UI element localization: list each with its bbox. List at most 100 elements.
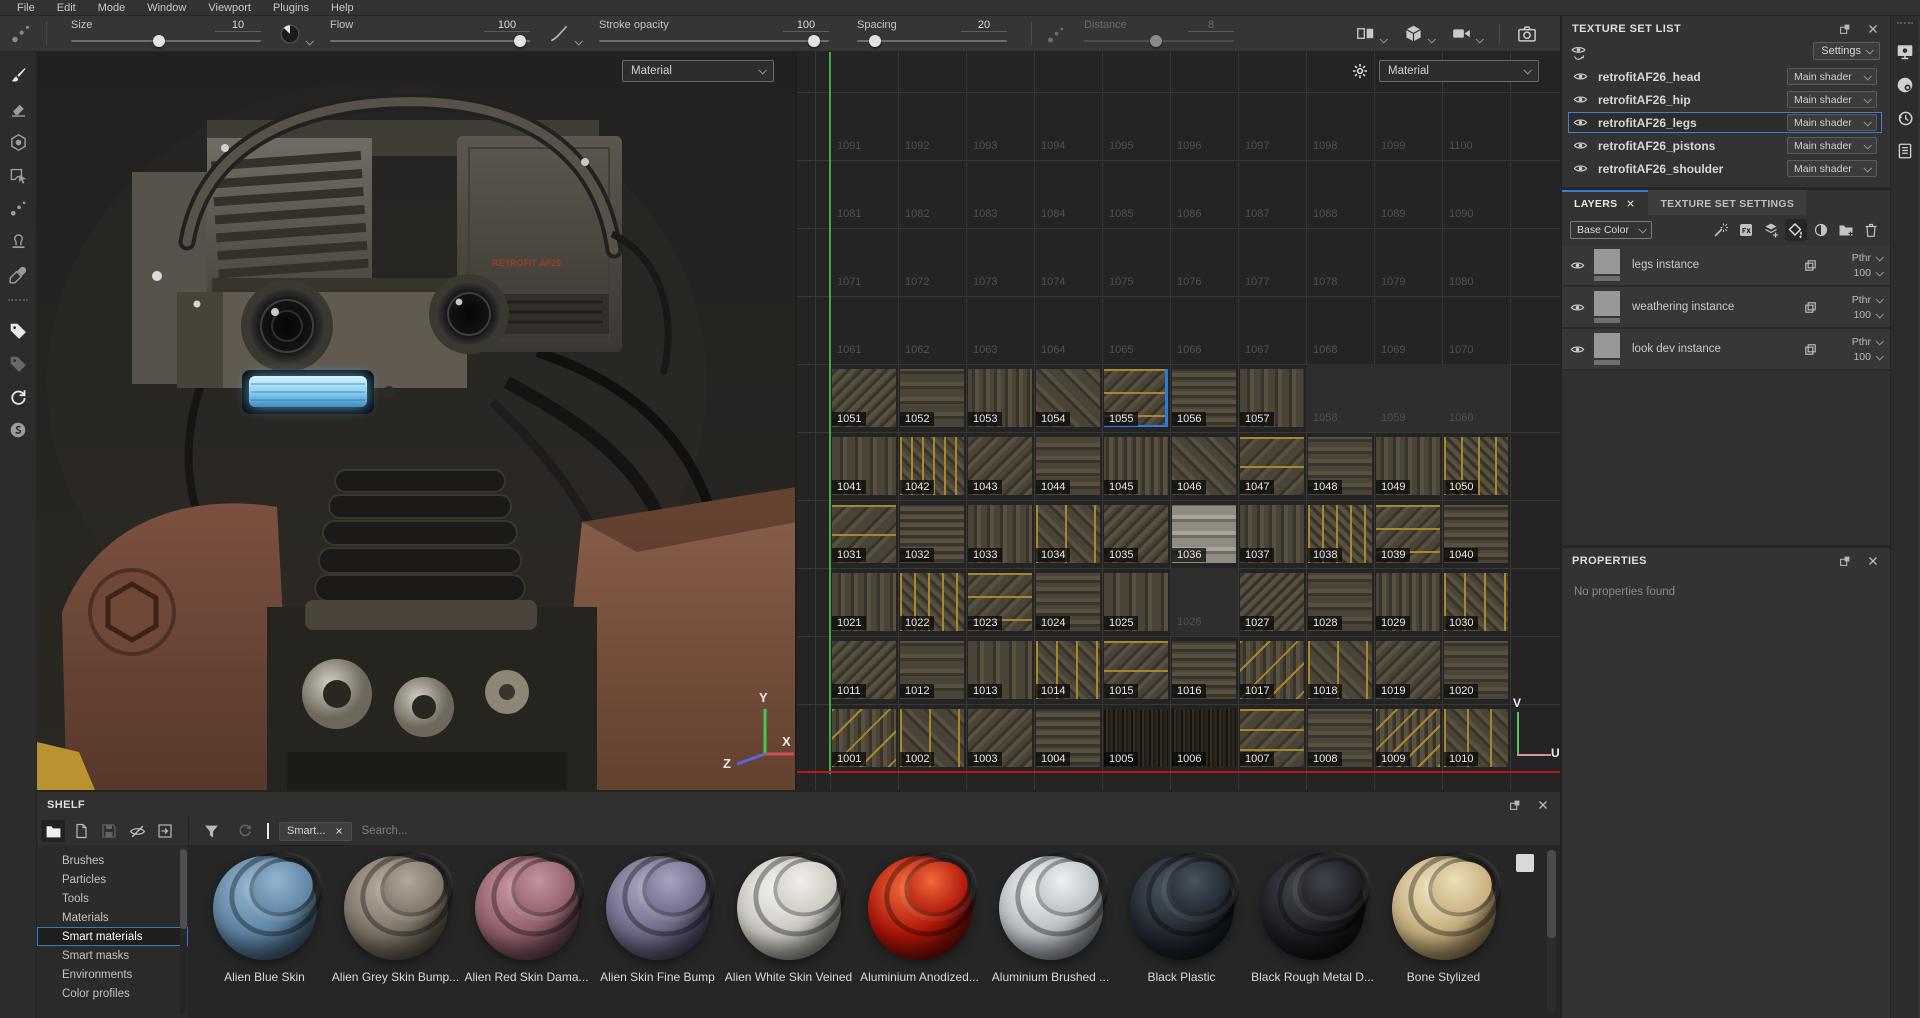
tab-layers[interactable]: LAYERS: [1562, 190, 1648, 215]
texture-set-row[interactable]: retrofitAF26_hipMain shader: [1568, 89, 1882, 110]
delete-layer-icon[interactable]: [1860, 219, 1882, 241]
udim-tile-1062[interactable]: 1062: [898, 296, 966, 364]
udim-tile-1095[interactable]: 1095: [1102, 92, 1170, 160]
udim-tile-1097[interactable]: 1097: [1238, 92, 1306, 160]
udim-tile-1049[interactable]: 1049: [1374, 432, 1442, 500]
udim-tile-1032[interactable]: 1032: [898, 500, 966, 568]
udim-tile-1029[interactable]: 1029: [1374, 568, 1442, 636]
layer-row[interactable]: look dev instancePthr100: [1562, 329, 1890, 371]
udim-tile-1100[interactable]: 1100: [1442, 92, 1510, 160]
udim-tile-1088[interactable]: 1088: [1306, 160, 1374, 228]
viewport-2d-settings-icon[interactable]: [1351, 62, 1369, 80]
snapshot-button[interactable]: [1508, 22, 1546, 46]
menu-file[interactable]: File: [6, 2, 46, 14]
udim-tile-1020[interactable]: 1020: [1442, 636, 1510, 704]
layer-visibility-icon[interactable]: [1570, 300, 1585, 315]
spacing-value[interactable]: 20: [961, 19, 1007, 32]
visibility-eye-icon[interactable]: [1573, 138, 1588, 153]
filter-icon[interactable]: [199, 820, 223, 842]
udim-tile-1068[interactable]: 1068: [1306, 296, 1374, 364]
visibility-eye-icon[interactable]: [1573, 115, 1588, 130]
udim-tile-1017[interactable]: 1017: [1238, 636, 1306, 704]
udim-tile-1018[interactable]: 1018: [1306, 636, 1374, 704]
udim-tile-1016[interactable]: 1016: [1170, 636, 1238, 704]
shelf-category-particles[interactable]: Particles: [37, 870, 188, 889]
udim-tile-1042[interactable]: 1042: [898, 432, 966, 500]
udim-tile-1015[interactable]: 1015: [1102, 636, 1170, 704]
stroke-opacity-value[interactable]: 100: [783, 19, 829, 32]
udim-tile-1021[interactable]: 1021: [830, 568, 898, 636]
blend-mode-select[interactable]: Pthr: [1828, 252, 1882, 264]
layer-row[interactable]: weathering instancePthr100: [1562, 287, 1890, 329]
udim-tile-1023[interactable]: 1023: [966, 568, 1034, 636]
visibility-eye-icon[interactable]: [1573, 92, 1588, 107]
udim-tile-1057[interactable]: 1057: [1238, 364, 1306, 432]
shelf-category-environments[interactable]: Environments: [37, 965, 188, 984]
viewport-3d[interactable]: RETROFIT AF26: [37, 52, 797, 790]
shelf-category-smart-masks[interactable]: Smart masks: [37, 946, 188, 965]
udim-tile-1089[interactable]: 1089: [1374, 160, 1442, 228]
shelf-category-brushes[interactable]: Brushes: [37, 851, 188, 870]
udim-tile-1073[interactable]: 1073: [966, 228, 1034, 296]
visibility-eye-icon[interactable]: [1573, 69, 1588, 84]
shader-select[interactable]: Main shader: [1787, 114, 1877, 131]
channel-select[interactable]: Base Color: [1570, 221, 1652, 239]
texture-set-list-popout-icon[interactable]: [1838, 22, 1852, 36]
shelf-category-tools[interactable]: Tools: [37, 889, 188, 908]
viewport-2d[interactable]: 1001100210031004100510061007100810091010…: [797, 52, 1560, 790]
udim-tile-1050[interactable]: 1050: [1442, 432, 1510, 500]
resource-resource-updater[interactable]: [4, 383, 32, 411]
shelf-save-icon[interactable]: [97, 820, 121, 842]
log-icon[interactable]: [1891, 137, 1919, 165]
shelf-close-icon[interactable]: [1536, 798, 1550, 812]
shader-settings-icon[interactable]: [1891, 71, 1919, 99]
udim-tile-1041[interactable]: 1041: [830, 432, 898, 500]
udim-tile-1007[interactable]: 1007: [1238, 704, 1306, 772]
viewport-2d-shading-select[interactable]: Material: [1379, 60, 1539, 82]
udim-tile-1051[interactable]: 1051: [830, 364, 898, 432]
udim-tile-1039[interactable]: 1039: [1374, 500, 1442, 568]
udim-tile-1045[interactable]: 1045: [1102, 432, 1170, 500]
udim-tile-1074[interactable]: 1074: [1034, 228, 1102, 296]
udim-tile-1024[interactable]: 1024: [1034, 568, 1102, 636]
texture-set-row[interactable]: retrofitAF26_pistonsMain shader: [1568, 135, 1882, 156]
material-item[interactable]: Black Plastic: [1116, 856, 1247, 984]
add-effect-icon[interactable]: [1735, 219, 1757, 241]
udim-tile-1079[interactable]: 1079: [1374, 228, 1442, 296]
distance-mode-icon[interactable]: [1042, 16, 1070, 51]
udim-tile-1083[interactable]: 1083: [966, 160, 1034, 228]
udim-tile-1008[interactable]: 1008: [1306, 704, 1374, 772]
tool-projection[interactable]: [4, 128, 32, 156]
flow-slider[interactable]: [330, 35, 530, 47]
udim-tile-1047[interactable]: 1047: [1238, 432, 1306, 500]
udim-tile-1004[interactable]: 1004: [1034, 704, 1102, 772]
camera-button[interactable]: [1443, 22, 1491, 45]
udim-tile-1081[interactable]: 1081: [830, 160, 898, 228]
material-item[interactable]: Alien White Skin Veined: [723, 856, 854, 984]
udim-tile-1069[interactable]: 1069: [1374, 296, 1442, 364]
udim-tile-1006[interactable]: 1006: [1170, 704, 1238, 772]
menu-window[interactable]: Window: [136, 2, 197, 14]
udim-tile-1043[interactable]: 1043: [966, 432, 1034, 500]
material-item[interactable]: Aluminium Brushed ...: [985, 856, 1116, 984]
shelf-popout-icon[interactable]: [1508, 798, 1522, 812]
udim-tile-1027[interactable]: 1027: [1238, 568, 1306, 636]
dock-grip[interactable]: [1897, 22, 1913, 24]
udim-tile-1072[interactable]: 1072: [898, 228, 966, 296]
material-item[interactable]: Black Rough Metal D...: [1247, 856, 1378, 984]
opacity-select[interactable]: 100: [1828, 351, 1882, 363]
tool-material-picker[interactable]: [4, 260, 32, 288]
udim-tile-1077[interactable]: 1077: [1238, 228, 1306, 296]
udim-tile-1056[interactable]: 1056: [1170, 364, 1238, 432]
texture-set-settings-button[interactable]: Settings: [1813, 42, 1880, 60]
shelf-folder-icon[interactable]: [41, 820, 65, 842]
tool-eraser[interactable]: [4, 95, 32, 123]
tab-texture-set-settings[interactable]: TEXTURE SET SETTINGS: [1648, 190, 1806, 215]
udim-tile-1064[interactable]: 1064: [1034, 296, 1102, 364]
size-slider[interactable]: [71, 35, 261, 47]
shelf-category-color-profiles[interactable]: Color profiles: [37, 984, 188, 1003]
udim-tile-1012[interactable]: 1012: [898, 636, 966, 704]
udim-tile-1099[interactable]: 1099: [1374, 92, 1442, 160]
spacing-slider[interactable]: [857, 35, 1007, 47]
properties-popout-icon[interactable]: [1838, 554, 1852, 568]
